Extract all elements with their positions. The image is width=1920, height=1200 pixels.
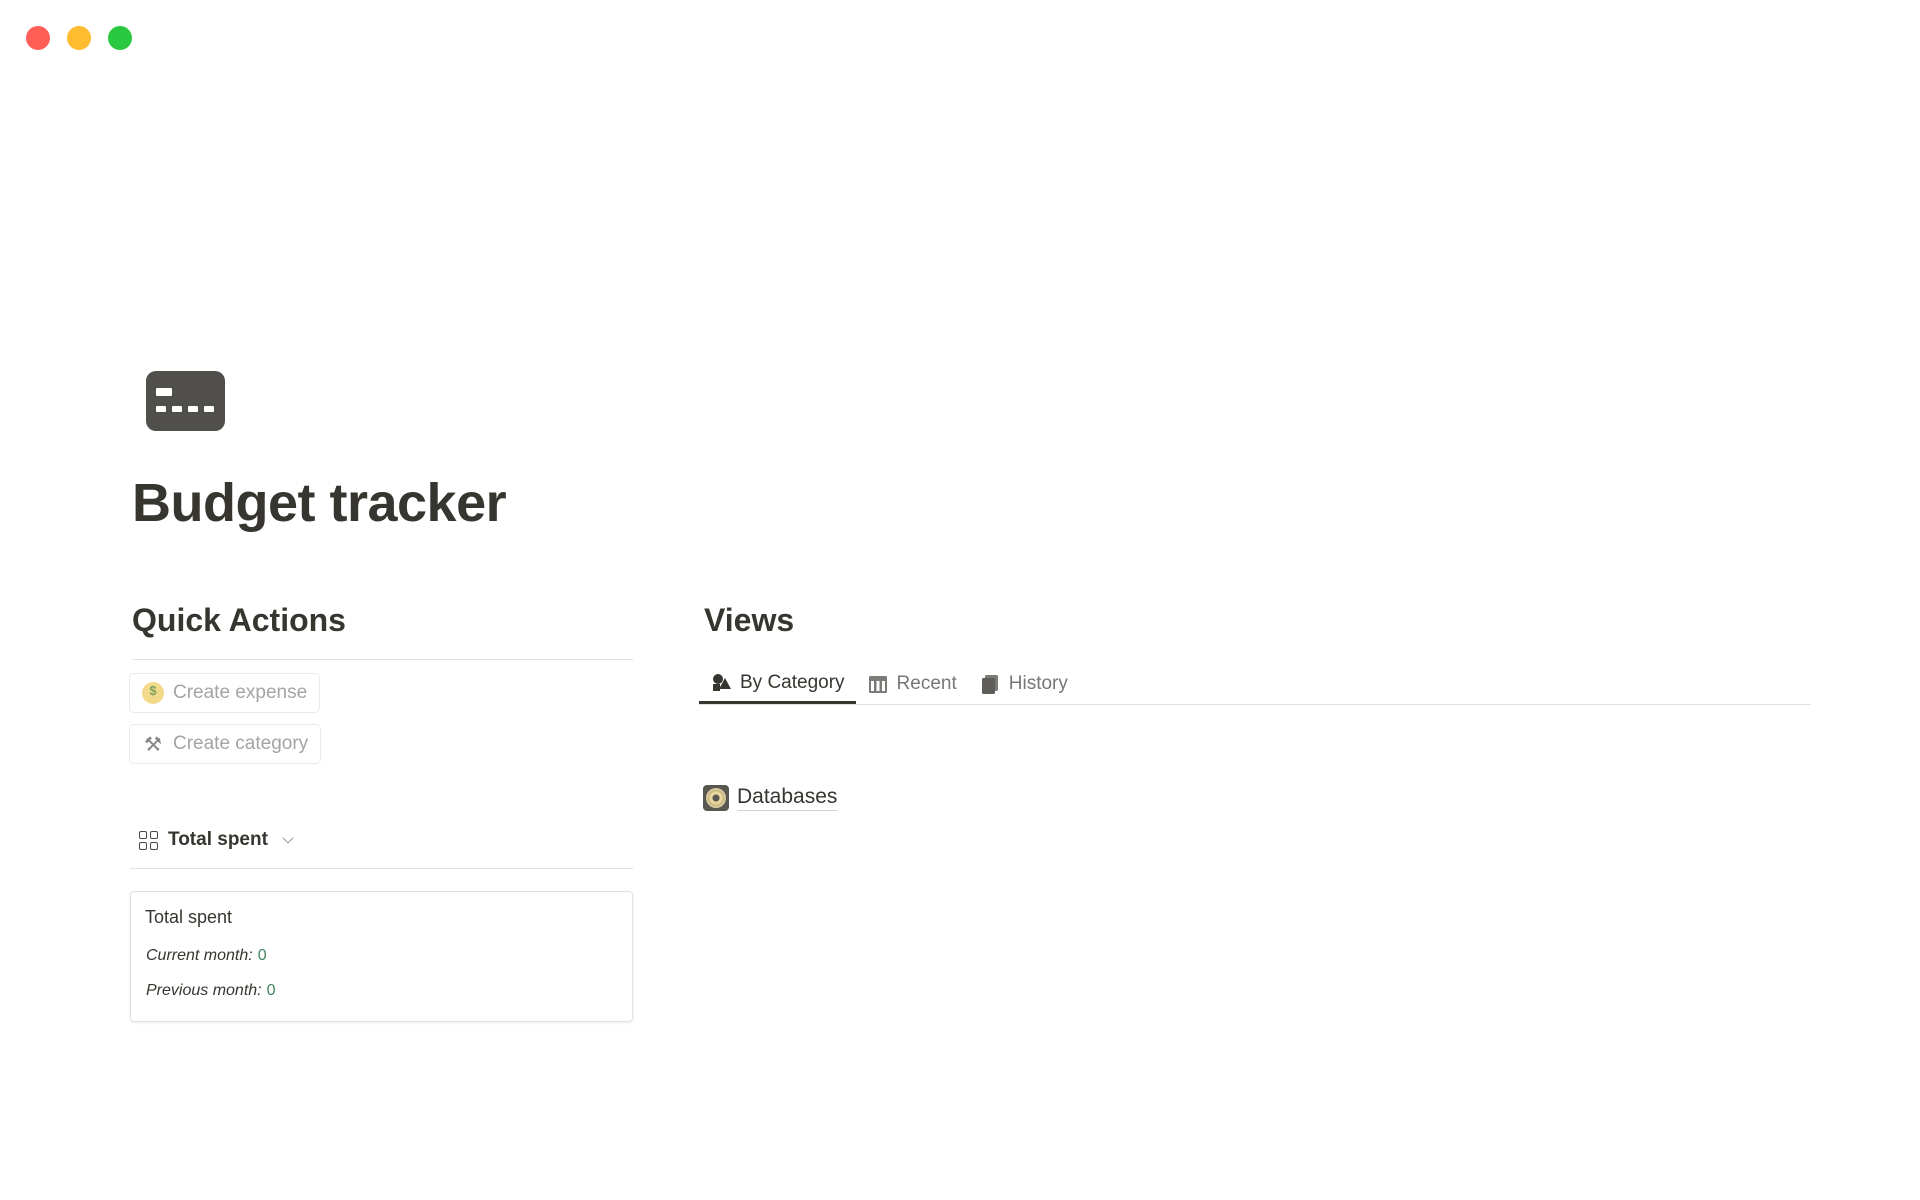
hammer-icon: ⚒ — [144, 733, 162, 756]
create-category-button[interactable]: ⚒ Create category — [129, 724, 322, 764]
tab-recent[interactable]: Recent — [856, 664, 968, 704]
quick-actions-divider — [132, 659, 633, 660]
zoom-window-button[interactable] — [108, 26, 132, 50]
close-window-button[interactable] — [26, 26, 50, 50]
total-spent-card[interactable]: Total spent Current month: 0 Previous mon… — [130, 891, 633, 1022]
current-month-value: 0 — [257, 947, 267, 964]
disk-icon — [703, 784, 729, 811]
previous-month-line: Previous month: 0 — [146, 982, 276, 1000]
create-expense-label: Create expense — [173, 682, 308, 703]
credit-card-icon[interactable] — [146, 371, 225, 431]
current-month-label: Current month: — [146, 947, 253, 964]
create-expense-button[interactable]: Create expense — [129, 673, 321, 713]
money-face-icon — [142, 682, 164, 704]
view-selector-divider — [130, 868, 633, 869]
chevron-down-icon[interactable] — [282, 832, 294, 844]
book-icon — [979, 673, 1001, 695]
shapes-icon — [710, 672, 732, 694]
minimize-window-button[interactable] — [67, 26, 91, 50]
tab-recent-label: Recent — [896, 673, 957, 694]
views-tabs: By Category Recent History — [699, 664, 1079, 704]
tabs-divider — [699, 704, 1811, 705]
databases-link[interactable]: Databases — [703, 784, 838, 811]
create-category-label: Create category — [173, 733, 309, 754]
tab-history[interactable]: History — [968, 664, 1079, 704]
view-selector-label: Total spent — [168, 829, 268, 850]
quick-actions-heading: Quick Actions — [132, 602, 346, 638]
window-controls — [26, 26, 132, 50]
previous-month-label: Previous month: — [146, 982, 262, 999]
total-spent-view-selector[interactable]: Total spent — [139, 829, 294, 851]
card-title: Total spent — [145, 907, 233, 927]
tab-history-label: History — [1008, 673, 1068, 694]
gallery-grid-icon — [139, 830, 158, 850]
databases-label: Databases — [737, 784, 838, 811]
views-heading: Views — [704, 602, 795, 638]
page-title[interactable]: Budget tracker — [132, 472, 507, 534]
tab-by-category-label: By Category — [740, 671, 845, 693]
calendar-icon — [867, 673, 889, 695]
tab-by-category[interactable]: By Category — [699, 664, 856, 704]
app-window: Budget tracker Quick Actions Create expe… — [0, 0, 1920, 1200]
current-month-line: Current month: 0 — [146, 947, 267, 965]
previous-month-value: 0 — [266, 982, 276, 999]
